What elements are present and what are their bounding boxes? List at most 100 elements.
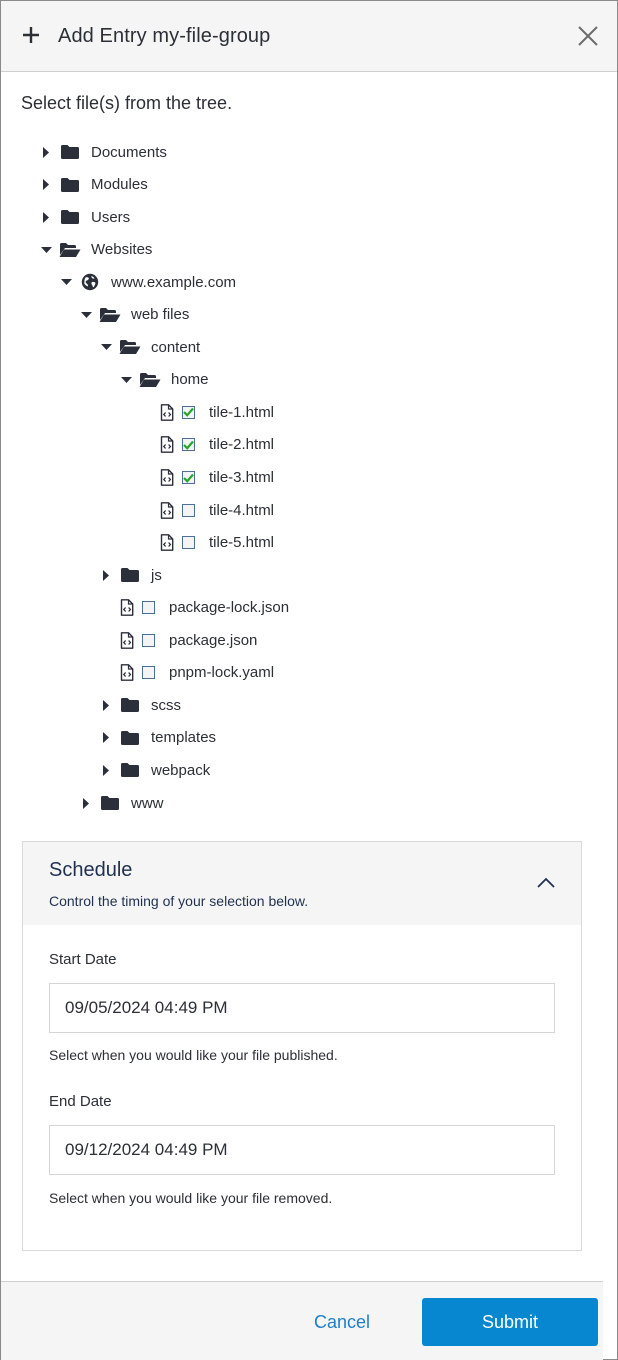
schedule-title: Schedule	[49, 859, 133, 881]
file-checkbox[interactable]	[182, 405, 195, 419]
code-file-icon	[119, 664, 135, 682]
dialog-header: Add Entry my-file-group	[1, 1, 617, 72]
tree-file-item[interactable]: tile-1.html	[159, 396, 274, 428]
tree-file-item[interactable]: tile-5.html	[159, 527, 274, 559]
tree-folder-item[interactable]: home	[119, 364, 209, 396]
folder-icon	[119, 761, 141, 779]
tree-folder-item[interactable]: Users	[39, 201, 130, 233]
file-checkbox[interactable]	[142, 666, 155, 680]
tree-item-label: www.example.com	[111, 273, 237, 291]
start-date-input[interactable]: 09/05/2024 04:49 PM	[49, 983, 555, 1033]
tree-file-item[interactable]: tile-2.html	[159, 429, 274, 461]
caret-right-icon[interactable]	[79, 796, 93, 810]
schedule-panel: Schedule Control the timing of your sele…	[22, 841, 582, 1251]
file-checkbox[interactable]	[182, 438, 195, 452]
caret-down-icon[interactable]	[59, 275, 73, 289]
dialog-footer: Cancel Submit	[1, 1281, 603, 1360]
folder-icon	[119, 696, 141, 714]
chevron-up-icon	[537, 877, 555, 888]
tree-item-label: www	[131, 794, 164, 812]
caret-down-icon[interactable]	[119, 373, 133, 387]
tree-item-label: js	[151, 566, 162, 584]
submit-button[interactable]: Submit	[422, 1298, 598, 1346]
folder-icon	[119, 729, 141, 747]
code-file-icon	[159, 469, 175, 487]
tree-item-label: Modules	[91, 176, 148, 194]
tree-item-label: templates	[151, 729, 217, 747]
tree-folder-item[interactable]: content	[99, 331, 200, 363]
folder-icon	[59, 208, 81, 226]
code-file-icon	[119, 631, 135, 649]
tree-item-label: web files	[131, 306, 190, 324]
tree-folder-item[interactable]: web files	[79, 299, 189, 331]
tree-item-label: home	[171, 371, 209, 389]
end-date-input[interactable]: 09/12/2024 04:49 PM	[49, 1125, 555, 1175]
caret-right-icon[interactable]	[39, 178, 53, 192]
tree-site-item[interactable]: www.example.com	[59, 266, 236, 298]
caret-right-icon[interactable]	[99, 763, 113, 777]
tree-file-item[interactable]: package-lock.json	[119, 592, 289, 624]
collapse-toggle[interactable]	[535, 875, 557, 891]
end-date-label: End Date	[49, 1093, 112, 1110]
add-entry-dialog: Add Entry my-file-group Select file(s) f…	[0, 0, 618, 1360]
folder-icon	[99, 794, 121, 812]
tree-item-label: tile-3.html	[209, 469, 275, 486]
tree-item-label: Documents	[91, 143, 167, 161]
folder-open-icon	[119, 338, 141, 356]
folder-open-icon	[59, 241, 81, 259]
end-date-help: Select when you would like your file rem…	[49, 1190, 333, 1206]
cancel-button[interactable]: Cancel	[314, 1312, 370, 1333]
tree-folder-item[interactable]: scss	[99, 689, 181, 721]
folder-icon	[119, 566, 141, 584]
code-file-icon	[159, 501, 175, 519]
caret-right-icon[interactable]	[99, 698, 113, 712]
tree-item-label: tile-2.html	[209, 436, 275, 454]
tree-file-item[interactable]: package.json	[119, 624, 257, 656]
caret-right-icon[interactable]	[39, 210, 53, 224]
schedule-header[interactable]: Schedule Control the timing of your sele…	[23, 842, 581, 925]
folder-icon	[59, 143, 81, 161]
caret-right-icon[interactable]	[99, 731, 113, 745]
tree-item-label: tile-4.html	[209, 501, 275, 519]
tree-file-item[interactable]: tile-4.html	[159, 494, 274, 526]
schedule-subtitle: Control the timing of your selection bel…	[49, 893, 309, 909]
caret-down-icon[interactable]	[99, 340, 113, 354]
code-file-icon	[119, 599, 135, 617]
caret-right-icon[interactable]	[99, 568, 113, 582]
tree-item-label: webpack	[151, 761, 211, 779]
code-file-icon	[159, 436, 175, 454]
tree-folder-item[interactable]: templates	[99, 722, 216, 754]
code-file-icon	[159, 403, 175, 421]
tree-item-label: package-lock.json	[169, 599, 290, 617]
tree-folder-item[interactable]: www	[79, 787, 164, 819]
folder-open-icon	[139, 371, 161, 389]
tree-folder-item[interactable]: Modules	[39, 169, 148, 201]
file-checkbox[interactable]	[142, 633, 155, 647]
tree-item-label: package.json	[169, 631, 258, 649]
tree-item-label: Users	[91, 208, 131, 226]
tree-folder-item[interactable]: webpack	[99, 754, 210, 786]
plus-icon	[20, 23, 42, 47]
start-date-help: Select when you would like your file pub…	[49, 1047, 338, 1063]
tree-file-item[interactable]: pnpm-lock.yaml	[119, 657, 274, 689]
file-checkbox[interactable]	[182, 503, 195, 517]
start-date-label: Start Date	[49, 951, 117, 968]
tree-folder-item[interactable]: js	[99, 559, 162, 591]
instructions-text: Select file(s) from the tree.	[21, 93, 233, 113]
tree-file-item[interactable]: tile-3.html	[159, 462, 274, 494]
file-checkbox[interactable]	[142, 601, 155, 615]
file-checkbox[interactable]	[182, 471, 195, 484]
folder-icon	[59, 176, 81, 194]
file-checkbox[interactable]	[182, 536, 195, 550]
folder-open-icon	[99, 306, 121, 324]
caret-right-icon[interactable]	[39, 145, 53, 159]
tree-item-label: tile-5.html	[209, 534, 275, 552]
caret-down-icon[interactable]	[79, 308, 93, 322]
close-button[interactable]	[575, 23, 601, 49]
caret-down-icon[interactable]	[39, 243, 53, 257]
tree-folder-item[interactable]: Websites	[39, 234, 152, 266]
globe-icon	[79, 273, 101, 291]
tree-item-label: content	[151, 338, 201, 356]
code-file-icon	[159, 534, 175, 552]
tree-folder-item[interactable]: Documents	[39, 136, 167, 168]
